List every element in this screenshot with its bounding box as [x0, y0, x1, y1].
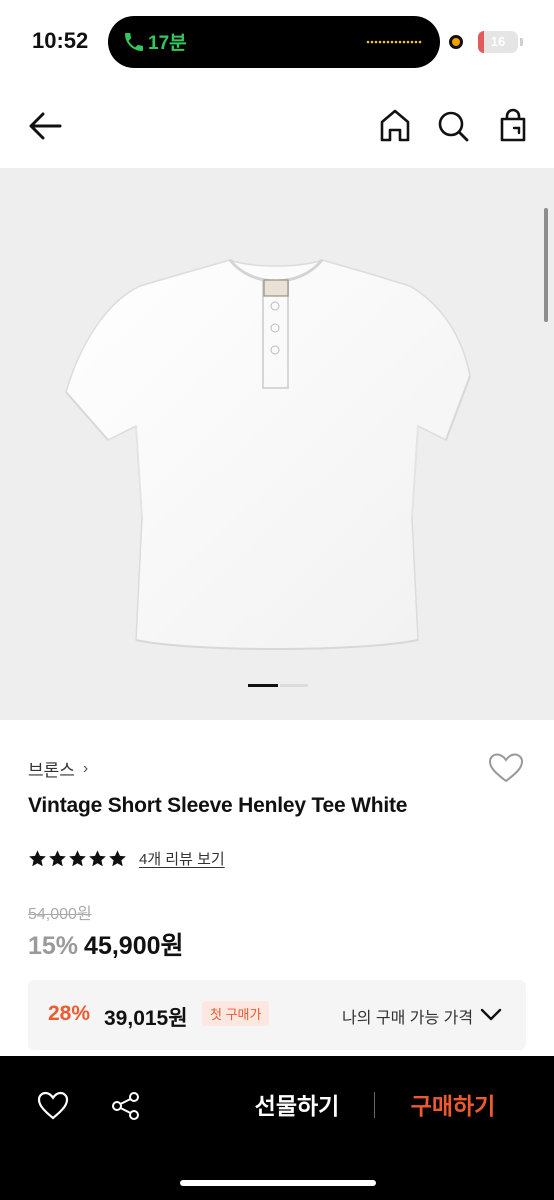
scroll-indicator[interactable]: [544, 208, 548, 322]
star-icon: [29, 850, 46, 867]
audio-waveform-icon: [366, 40, 422, 44]
shopping-bag-icon[interactable]: [494, 106, 532, 146]
discount-rate: 15%: [28, 932, 79, 960]
star-icon: [69, 850, 86, 867]
divider: [374, 1092, 375, 1118]
carousel-dot-active: [248, 684, 278, 687]
product-image-carousel[interactable]: [0, 168, 554, 720]
dynamic-island[interactable]: 17분: [108, 16, 440, 68]
original-price: 54,000원: [28, 906, 92, 923]
carousel-pagination: [248, 684, 308, 688]
star-icon: [109, 850, 126, 867]
buy-button[interactable]: 구매하기: [398, 1086, 508, 1126]
brand-name: 브론스: [28, 761, 75, 780]
rating-row: 4개 리뷰 보기: [28, 848, 225, 869]
battery-cap: [520, 38, 523, 46]
sale-price: 45,900원: [84, 932, 184, 960]
tshirt-image: [65, 259, 471, 650]
battery-percentage: 16: [490, 34, 506, 49]
star-rating: [28, 849, 127, 868]
first-purchase-badge: 첫 구매가: [202, 1001, 270, 1026]
my-price-dropdown[interactable]: 28% 39,015원 첫 구매가 나의 구매 가능 가격: [28, 980, 526, 1050]
call-duration: 17분: [148, 33, 187, 54]
status-bar: 10:52 17분 16: [0, 0, 554, 84]
chevron-right-icon: ›: [82, 759, 89, 777]
brand-link[interactable]: 브론스 ›: [28, 756, 88, 781]
heart-icon[interactable]: [36, 1090, 70, 1122]
star-icon: [49, 850, 66, 867]
share-icon[interactable]: [110, 1090, 142, 1122]
my-price-label: 나의 구매 가능 가격: [342, 1010, 474, 1027]
search-icon[interactable]: [434, 106, 472, 146]
review-link[interactable]: 4개 리뷰 보기: [139, 848, 225, 869]
star-icon: [89, 850, 106, 867]
heart-icon[interactable]: [488, 752, 524, 784]
status-time: 10:52: [32, 28, 89, 53]
product-title: Vintage Short Sleeve Henley Tee White: [28, 794, 408, 817]
phone-icon: [125, 33, 143, 51]
privacy-indicator-dot: [449, 35, 463, 49]
home-indicator[interactable]: [180, 1180, 376, 1186]
back-arrow-icon[interactable]: [26, 108, 66, 144]
price-row: 15% 45,900원: [28, 926, 184, 962]
chevron-down-icon: [480, 1008, 502, 1021]
bottom-action-bar: 선물하기 구매하기: [0, 1056, 554, 1200]
coupon-price: 39,015원: [104, 1007, 188, 1030]
carousel-dot-track: [280, 684, 308, 687]
home-icon[interactable]: [376, 106, 414, 146]
battery-indicator: 16: [478, 31, 518, 53]
gift-button[interactable]: 선물하기: [242, 1086, 352, 1126]
coupon-discount-rate: 28%: [48, 1002, 91, 1025]
